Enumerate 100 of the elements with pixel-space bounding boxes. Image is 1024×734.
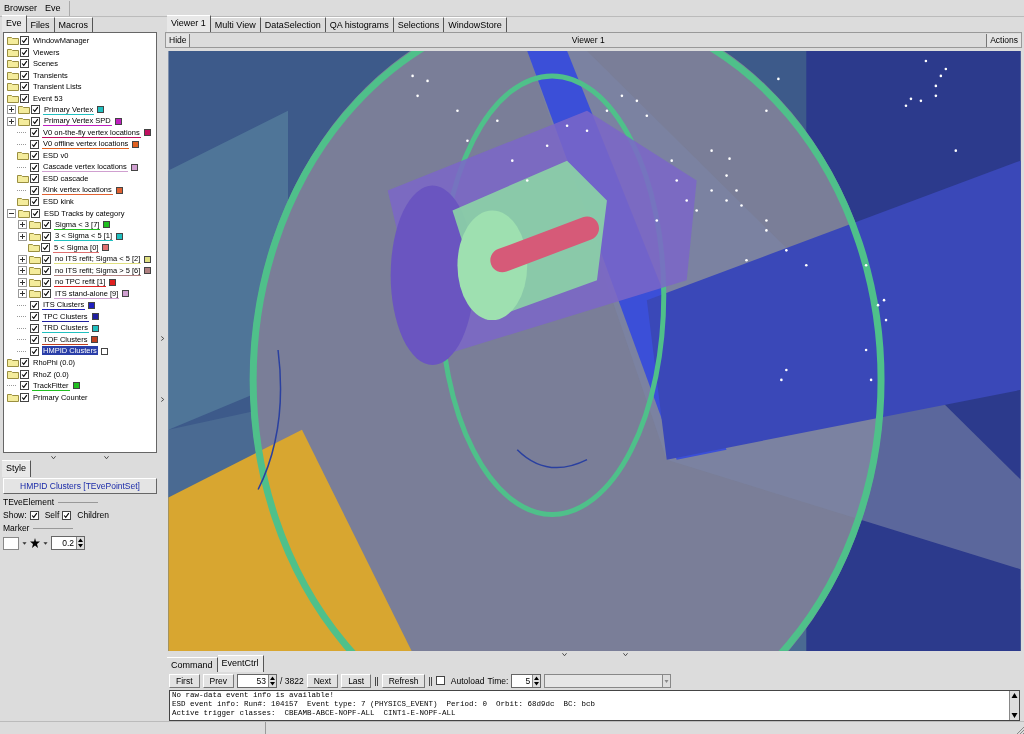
folder-icon — [29, 231, 41, 241]
checkbox-label: Children — [77, 510, 109, 520]
spinner-arrows-icon[interactable] — [76, 537, 84, 549]
checkbox[interactable] — [31, 208, 40, 218]
menu-item[interactable]: Eve — [41, 3, 65, 13]
checkbox[interactable] — [42, 277, 51, 287]
hide-button[interactable]: Hide — [166, 33, 191, 47]
folder-icon — [29, 289, 41, 299]
field-label: Show: — [3, 510, 27, 520]
menu-item[interactable]: Browser — [0, 3, 41, 13]
expand-icon[interactable] — [18, 277, 27, 287]
color-picker[interactable] — [3, 536, 19, 550]
star-marker-icon[interactable] — [30, 538, 40, 548]
folder-icon — [28, 243, 40, 253]
folder-icon — [29, 254, 41, 264]
field-label: Time: — [487, 675, 509, 686]
folder-icon — [7, 93, 19, 103]
tab[interactable]: Command — [167, 657, 218, 672]
collapse-icon[interactable] — [7, 208, 16, 218]
expand-icon[interactable] — [18, 266, 27, 276]
checkbox[interactable] — [20, 70, 29, 80]
last-button[interactable]: Last — [341, 673, 372, 688]
actions-button[interactable]: Actions — [986, 33, 1021, 47]
checkbox[interactable] — [30, 323, 39, 333]
checkbox[interactable] — [20, 36, 29, 46]
checkbox[interactable] — [20, 59, 29, 69]
first-button[interactable]: First — [169, 673, 200, 688]
checkbox[interactable] — [30, 197, 39, 207]
folder-icon — [18, 105, 30, 115]
tab[interactable]: Files — [26, 17, 55, 32]
checkbox[interactable] — [435, 676, 445, 685]
checkbox[interactable] — [30, 139, 39, 149]
checkbox[interactable] — [30, 128, 39, 138]
refresh-button[interactable]: Refresh — [381, 673, 426, 688]
checkbox[interactable] — [42, 231, 51, 241]
checkbox[interactable] — [20, 93, 29, 103]
expand-icon[interactable] — [7, 105, 16, 115]
next-button[interactable]: Next — [306, 673, 339, 688]
expand-icon[interactable] — [18, 231, 27, 241]
object-name-button[interactable]: HMPID Clusters [TEvePointSet] — [3, 478, 157, 494]
expand-icon[interactable] — [18, 289, 27, 299]
checkbox[interactable] — [20, 82, 29, 92]
checkbox[interactable] — [20, 358, 29, 368]
checkbox[interactable] — [30, 185, 39, 195]
checkbox[interactable] — [20, 47, 29, 57]
checkbox-label: Self — [44, 510, 60, 520]
folder-icon — [7, 70, 19, 80]
folder-icon — [7, 358, 19, 368]
tab[interactable]: Selections — [393, 17, 445, 32]
spinner-arrows-icon[interactable] — [268, 674, 276, 687]
checkbox[interactable] — [31, 116, 40, 126]
expand-icon[interactable] — [18, 254, 27, 264]
tab[interactable]: Multi View — [210, 17, 261, 32]
dropdown-caret-icon[interactable] — [662, 674, 671, 687]
separator: || — [428, 675, 433, 686]
expand-icon[interactable] — [7, 116, 16, 126]
scrollbar-arrows-icon[interactable] — [1009, 691, 1019, 720]
checkbox[interactable] — [30, 151, 39, 161]
tab[interactable]: Style — [2, 460, 31, 477]
checkbox[interactable] — [30, 346, 39, 356]
expand-icon[interactable] — [18, 220, 27, 230]
viewer-title: Viewer 1 — [570, 35, 606, 45]
folder-icon — [17, 197, 29, 207]
tab[interactable]: QA histograms — [325, 17, 394, 32]
dropdown-caret-icon[interactable] — [43, 540, 48, 546]
checkbox[interactable] — [41, 243, 50, 253]
resize-grip-icon[interactable] — [1016, 726, 1024, 734]
number-field[interactable]: 5 — [511, 673, 542, 688]
tab[interactable]: Viewer 1 — [167, 15, 211, 32]
checkbox[interactable] — [30, 162, 39, 172]
event-total: / 3822 — [280, 675, 304, 686]
prev-button[interactable]: Prev — [202, 673, 234, 688]
checkbox[interactable] — [20, 381, 29, 391]
checkbox[interactable] — [30, 174, 39, 184]
detector-scene-drawing[interactable] — [167, 51, 1022, 651]
folder-icon — [7, 392, 19, 402]
spinner-arrows-icon[interactable] — [532, 674, 541, 687]
number-field[interactable]: 53 — [237, 673, 277, 688]
checkbox[interactable] — [42, 266, 51, 276]
checkbox[interactable] — [29, 510, 39, 520]
checkbox[interactable] — [20, 392, 29, 402]
folder-icon — [18, 208, 30, 218]
number-field[interactable]: 0.2 — [51, 536, 85, 550]
checkbox[interactable] — [30, 300, 39, 310]
section-title: TEveElement — [3, 497, 55, 507]
tab[interactable]: DataSelection — [260, 17, 326, 32]
tab[interactable]: Eve — [2, 15, 27, 32]
folder-icon — [7, 82, 19, 92]
checkbox[interactable] — [42, 220, 51, 230]
checkbox[interactable] — [42, 254, 51, 264]
checkbox[interactable] — [30, 312, 39, 322]
checkbox[interactable] — [42, 289, 51, 299]
checkbox[interactable] — [62, 510, 72, 520]
checkbox[interactable] — [20, 369, 29, 379]
tab[interactable]: EventCtrl — [217, 655, 264, 672]
checkbox[interactable] — [30, 335, 39, 345]
tab[interactable]: WindowStore — [444, 17, 507, 32]
tab[interactable]: Macros — [54, 17, 94, 32]
checkbox[interactable] — [31, 105, 40, 115]
dropdown-caret-icon[interactable] — [22, 540, 27, 546]
